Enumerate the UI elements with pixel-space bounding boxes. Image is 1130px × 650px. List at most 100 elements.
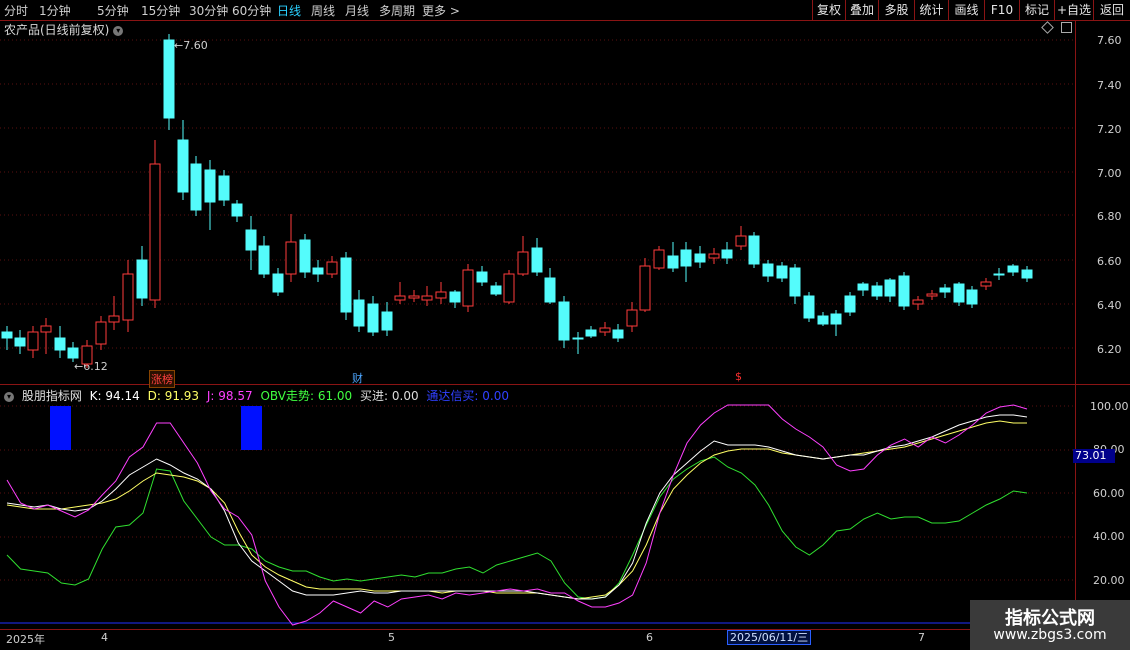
candle-body (81, 345, 93, 365)
candle-body (599, 327, 611, 333)
price-tick: 6.40 (1097, 299, 1122, 312)
candle-body (1021, 269, 1033, 279)
candle-body (694, 253, 706, 263)
candle-body (830, 313, 842, 325)
time-label: 7 (918, 631, 925, 644)
fuquan-button[interactable]: 复权 (812, 0, 845, 20)
candle-body (245, 229, 257, 251)
candle-body (476, 271, 488, 283)
candle-body (299, 239, 311, 273)
period-tab-fenshi[interactable]: 分时 (4, 2, 28, 19)
candle-body (612, 329, 624, 339)
watermark-url: www.zbgs3.com (993, 627, 1107, 643)
candle-body (776, 265, 788, 279)
candle-body (762, 263, 774, 277)
candle-body (204, 169, 216, 203)
candle-body (272, 273, 284, 293)
candle-body (721, 249, 733, 259)
price-tick: 7.60 (1097, 34, 1122, 47)
candle-body (503, 273, 515, 303)
draw-line-button[interactable]: 画线 (948, 0, 984, 20)
indicator-tick: 100.00 (1090, 400, 1129, 413)
candle-body (40, 325, 52, 333)
candle-body (626, 309, 638, 327)
candle-body (27, 331, 39, 351)
candle-body (394, 295, 406, 301)
watermark-logo: 指标公式网 www.zbgs3.com (970, 600, 1130, 650)
candle-body (789, 267, 801, 297)
candle-body (817, 315, 829, 325)
current-value-tag: 73.01 (1073, 449, 1115, 463)
indicator-tick: 20.00 (1093, 574, 1125, 587)
candle-body (544, 277, 556, 303)
candle-body (748, 235, 760, 265)
price-tick: 6.20 (1097, 343, 1122, 356)
period-tab-30min[interactable]: 30分钟 (189, 2, 228, 19)
add-favorite-button[interactable]: +自选 (1054, 0, 1093, 20)
candlestick-chart[interactable] (0, 20, 1075, 385)
back-button[interactable]: 返回 (1093, 0, 1130, 20)
period-tab-15min[interactable]: 15分钟 (141, 2, 180, 19)
period-tab-1min[interactable]: 1分钟 (39, 2, 71, 19)
candle-body (667, 255, 679, 269)
candle-body (585, 329, 597, 337)
time-label: 5 (388, 631, 395, 644)
obv-line (6, 456, 1028, 600)
candle-body (653, 249, 665, 269)
candle-body (1007, 265, 1019, 273)
candle-body (980, 281, 992, 287)
time-label: 6 (646, 631, 653, 644)
price-tick: 6.60 (1097, 255, 1122, 268)
candle-body (449, 291, 461, 303)
time-label: 4 (101, 631, 108, 644)
multi-stock-button[interactable]: 多股 (878, 0, 914, 20)
indicator-chart[interactable] (0, 385, 1075, 629)
candle-body (340, 257, 352, 313)
candle-body (258, 245, 270, 275)
candle-body (803, 295, 815, 319)
candle-body (353, 299, 365, 327)
period-tab-60min[interactable]: 60分钟 (232, 2, 271, 19)
d-line (6, 420, 1027, 600)
candle-body (462, 269, 474, 307)
candle-body (136, 259, 148, 299)
candle-body (218, 175, 230, 201)
candle-body (14, 337, 26, 347)
period-tab-5min[interactable]: 5分钟 (97, 2, 129, 19)
price-tick: 7.20 (1097, 123, 1122, 136)
period-tab-weekly[interactable]: 周线 (311, 2, 335, 19)
candle-body (993, 273, 1005, 276)
price-tick: 7.00 (1097, 167, 1122, 180)
price-tick: 6.80 (1097, 210, 1122, 223)
indicator-tick: 40.00 (1093, 530, 1125, 543)
candle-body (735, 235, 747, 247)
candle-body (177, 139, 189, 193)
cursor-date: 2025/06/11/三 (727, 630, 812, 645)
overlay-button[interactable]: 叠加 (845, 0, 878, 20)
mark-button[interactable]: 标记 (1019, 0, 1054, 20)
period-tab-daily[interactable]: 日线 (277, 2, 301, 19)
time-label: 2025年 (6, 633, 45, 646)
candle-body (558, 301, 570, 341)
candle-body (857, 283, 869, 291)
candle-body (408, 295, 420, 299)
candle-body (966, 289, 978, 305)
candle-body (939, 287, 951, 293)
candle-body (421, 295, 433, 301)
statistics-button[interactable]: 统计 (914, 0, 948, 20)
candle-body (844, 295, 856, 313)
period-tab-monthly[interactable]: 月线 (345, 2, 369, 19)
y-axis-border (1075, 21, 1076, 630)
candle-body (54, 337, 66, 351)
candle-body (871, 285, 883, 297)
candle-body (149, 163, 161, 301)
candle-body (953, 283, 965, 303)
time-axis-border (0, 629, 1130, 630)
period-tab-multi[interactable]: 多周期 (379, 2, 415, 19)
candle-body (1, 331, 13, 339)
price-tick: 7.40 (1097, 79, 1122, 92)
period-tab-more[interactable]: 更多 > (422, 2, 460, 19)
candle-body (312, 267, 324, 275)
candle-body (926, 293, 938, 297)
f10-button[interactable]: F10 (984, 0, 1019, 20)
